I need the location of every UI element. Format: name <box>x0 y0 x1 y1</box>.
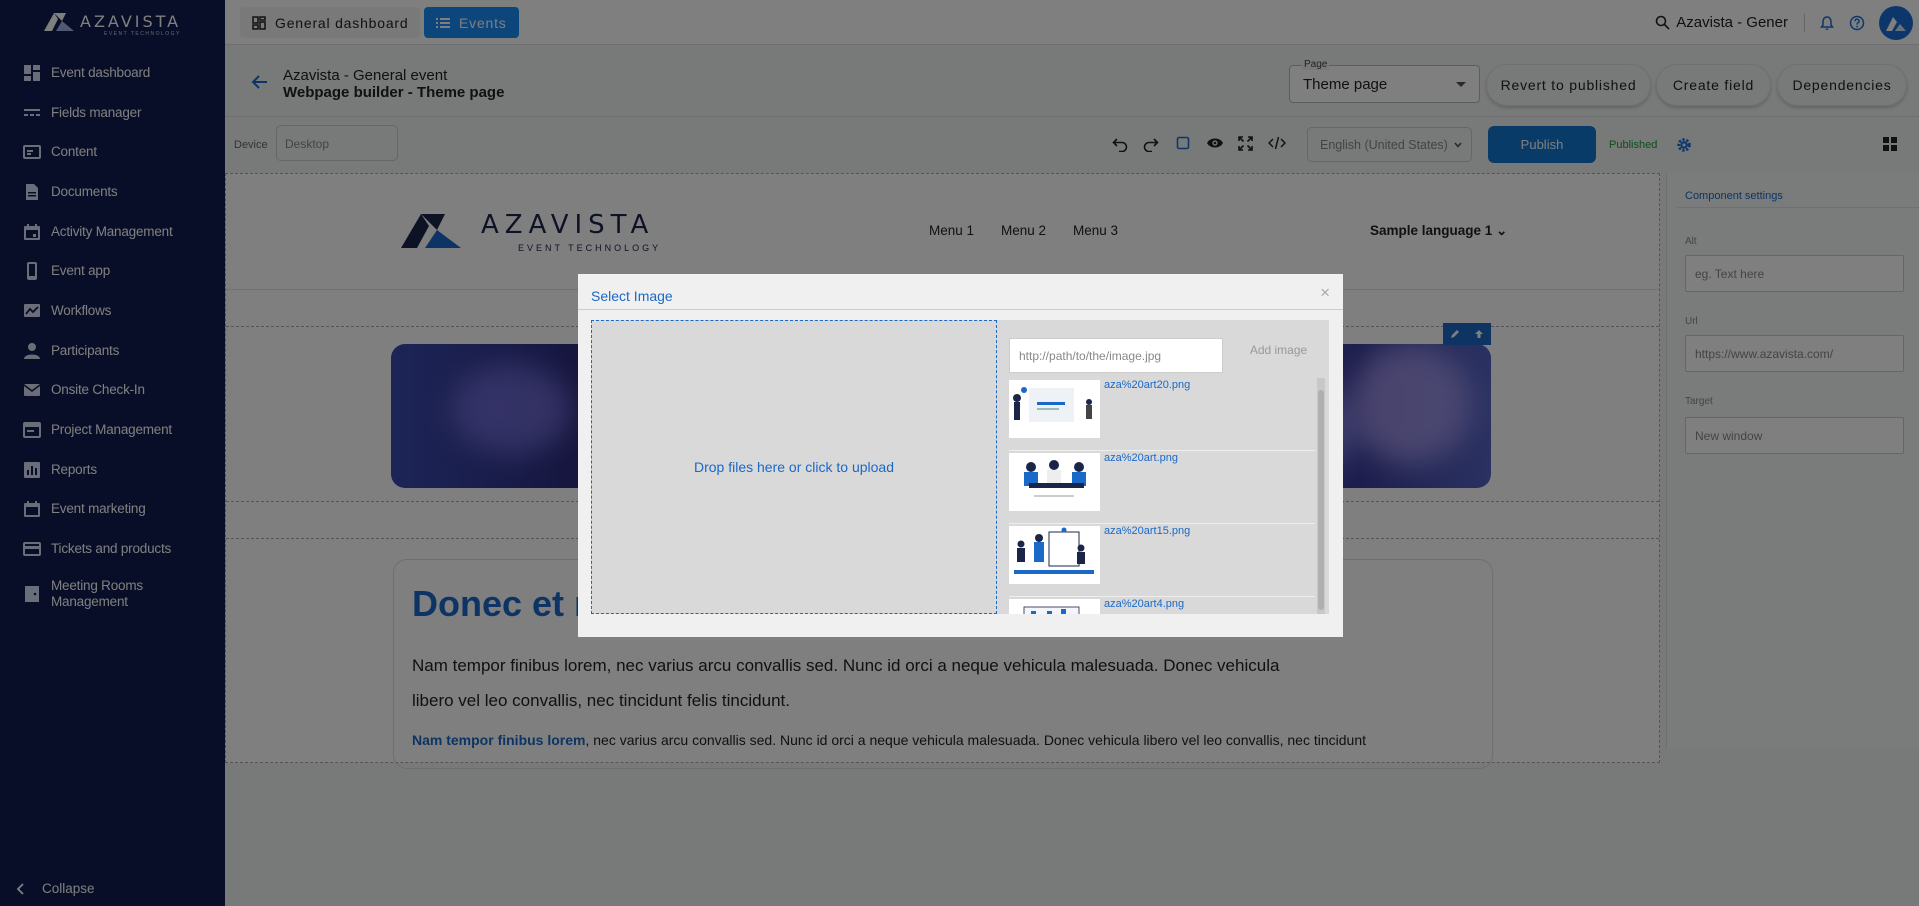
image-list: aza%20art20.png aza%20art.png aza%20art1… <box>1009 378 1315 614</box>
image-thumbnail <box>1009 599 1100 614</box>
image-thumbnail <box>1009 453 1100 511</box>
image-list-item[interactable]: aza%20art15.png <box>1009 524 1315 597</box>
image-list-item[interactable]: aza%20art4.png <box>1009 597 1315 614</box>
image-thumbnail <box>1009 380 1100 438</box>
modal-title: Select Image <box>591 288 673 304</box>
image-filename: aza%20art20.png <box>1104 379 1191 391</box>
divider <box>578 309 1343 310</box>
scrollbar-thumb[interactable] <box>1318 390 1324 610</box>
image-filename: aza%20art15.png <box>1104 525 1191 537</box>
image-list-item[interactable]: aza%20art20.png <box>1009 378 1315 451</box>
image-list-scrollbar[interactable] <box>1317 378 1325 614</box>
modal-body: Drop files here or click to upload http:… <box>591 320 1329 614</box>
image-url-input[interactable]: http://path/to/the/image.jpg <box>1009 338 1223 373</box>
upload-dropzone[interactable]: Drop files here or click to upload <box>591 320 997 614</box>
add-image-button[interactable]: Add image <box>1236 338 1321 361</box>
image-list-item[interactable]: aza%20art.png <box>1009 451 1315 524</box>
image-filename: aza%20art.png <box>1104 452 1178 464</box>
image-filename: aza%20art4.png <box>1104 598 1185 610</box>
close-icon[interactable]: × <box>1320 283 1330 303</box>
image-thumbnail <box>1009 526 1100 584</box>
select-image-modal: Select Image × Drop files here or click … <box>578 274 1343 637</box>
